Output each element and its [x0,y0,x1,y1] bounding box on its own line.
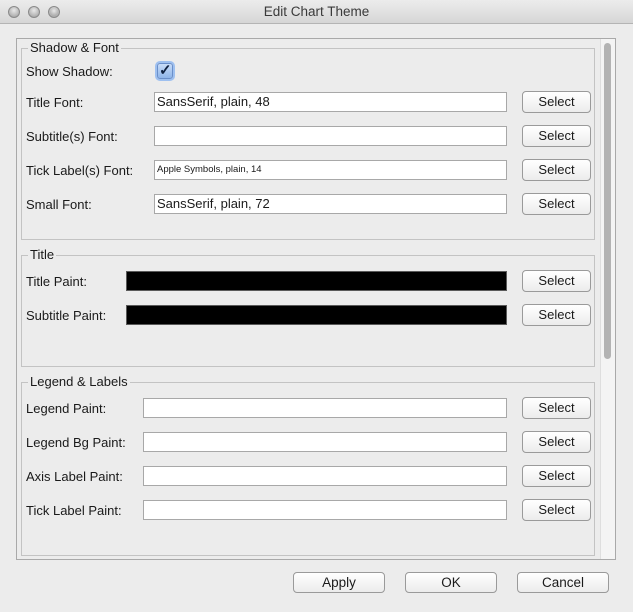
apply-button[interactable]: Apply [293,572,385,593]
checkmark-icon: ✓ [159,62,172,79]
tick-label-font-field[interactable]: Apple Symbols, plain, 14 [154,160,507,180]
tick-label-paint-label: Tick Label Paint: [26,503,122,518]
legend-bg-paint-swatch [143,432,507,452]
window-title: Edit Chart Theme [263,4,370,19]
legend-bg-paint-select-button[interactable]: Select [522,431,591,453]
tick-label-font-label: Tick Label(s) Font: [26,163,134,178]
tick-label-paint-select-button[interactable]: Select [522,499,591,521]
title-font-label: Title Font: [26,95,84,110]
subtitle-paint-select-button[interactable]: Select [522,304,591,326]
subtitle-font-label: Subtitle(s) Font: [26,129,118,144]
ok-button[interactable]: OK [405,572,497,593]
shadow-font-group: Shadow & Font Show Shadow: ✓ Title Font:… [21,40,595,240]
title-paint-swatch [126,271,507,291]
show-shadow-label: Show Shadow: [26,64,113,79]
subtitle-font-select-button[interactable]: Select [522,125,591,147]
tick-label-paint-swatch [143,500,507,520]
legend-paint-select-button[interactable]: Select [522,397,591,419]
axis-label-paint-label: Axis Label Paint: [26,469,123,484]
axis-label-paint-select-button[interactable]: Select [522,465,591,487]
legend-paint-label: Legend Paint: [26,401,107,416]
subtitle-font-field[interactable] [154,126,507,146]
subtitle-paint-swatch [126,305,507,325]
axis-label-paint-swatch [143,466,507,486]
show-shadow-checkbox[interactable]: ✓ [157,62,173,79]
small-font-label: Small Font: [26,197,92,212]
scrollbar-thumb[interactable] [604,43,611,359]
small-font-field[interactable]: SansSerif, plain, 72 [154,194,507,214]
shadow-font-group-title: Shadow & Font [28,40,121,56]
legend-bg-paint-label: Legend Bg Paint: [26,435,126,450]
title-paint-select-button[interactable]: Select [522,270,591,292]
title-group-title: Title [28,247,57,263]
theme-scroll-pane: Shadow & Font Show Shadow: ✓ Title Font:… [16,38,616,560]
tick-label-font-select-button[interactable]: Select [522,159,591,181]
title-group: Title Title Paint: Select Subtitle Paint… [21,247,595,367]
legend-paint-swatch [143,398,507,418]
title-paint-label: Title Paint: [26,274,87,289]
cancel-button[interactable]: Cancel [517,572,609,593]
subtitle-paint-label: Subtitle Paint: [26,308,107,323]
title-font-select-button[interactable]: Select [522,91,591,113]
small-font-select-button[interactable]: Select [522,193,591,215]
title-font-field[interactable]: SansSerif, plain, 48 [154,92,507,112]
legend-labels-group-title: Legend & Labels [28,374,130,390]
legend-labels-group: Legend & Labels Legend Paint: Select Leg… [21,374,595,556]
vertical-scrollbar[interactable] [600,39,615,559]
window-titlebar: Edit Chart Theme [0,0,633,24]
